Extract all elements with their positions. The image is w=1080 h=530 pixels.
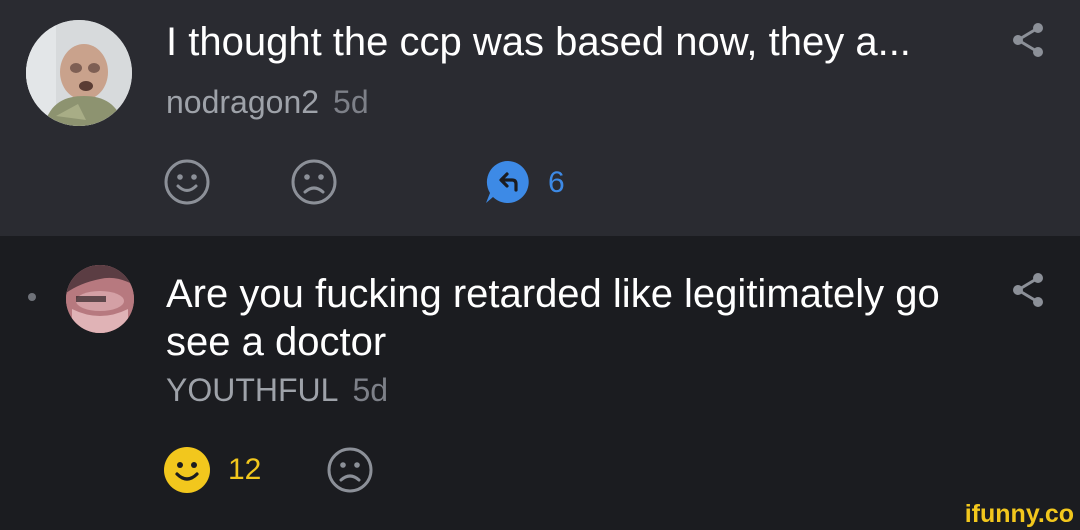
share-icon[interactable]	[1008, 20, 1048, 60]
reply-share-icon[interactable]	[1008, 270, 1048, 310]
reply-meta: YOUTHFUL 5d	[166, 372, 388, 408]
comment-age: 5d	[333, 84, 369, 120]
frown-icon[interactable]	[290, 158, 338, 206]
reply-bubble-icon[interactable]	[484, 158, 532, 206]
avatar[interactable]	[26, 20, 132, 126]
reply-smile-count: 12	[228, 453, 262, 486]
avatar-image	[26, 20, 132, 126]
ifunny-watermark: ifunny.co	[964, 500, 1074, 528]
reply-avatar-image	[66, 265, 134, 333]
reply-avatar[interactable]	[66, 265, 134, 333]
parent-comment: I thought the ccp was based now, they a.…	[0, 0, 1080, 236]
comment-text[interactable]: I thought the ccp was based now, they a.…	[166, 18, 911, 66]
reply-text[interactable]: Are you fucking retarded like legitimate…	[166, 270, 966, 366]
reply-smile-icon[interactable]	[163, 446, 211, 494]
reply-age: 5d	[352, 372, 389, 408]
reply-frown-icon[interactable]	[326, 446, 374, 494]
comment-meta: nodragon2 5d	[166, 84, 369, 120]
reply-count[interactable]: 6	[548, 166, 565, 200]
reply-username[interactable]: YOUTHFUL	[166, 372, 338, 408]
comment-username[interactable]: nodragon2	[166, 84, 319, 120]
thread-indicator-dot	[28, 293, 36, 301]
smile-icon[interactable]	[163, 158, 211, 206]
